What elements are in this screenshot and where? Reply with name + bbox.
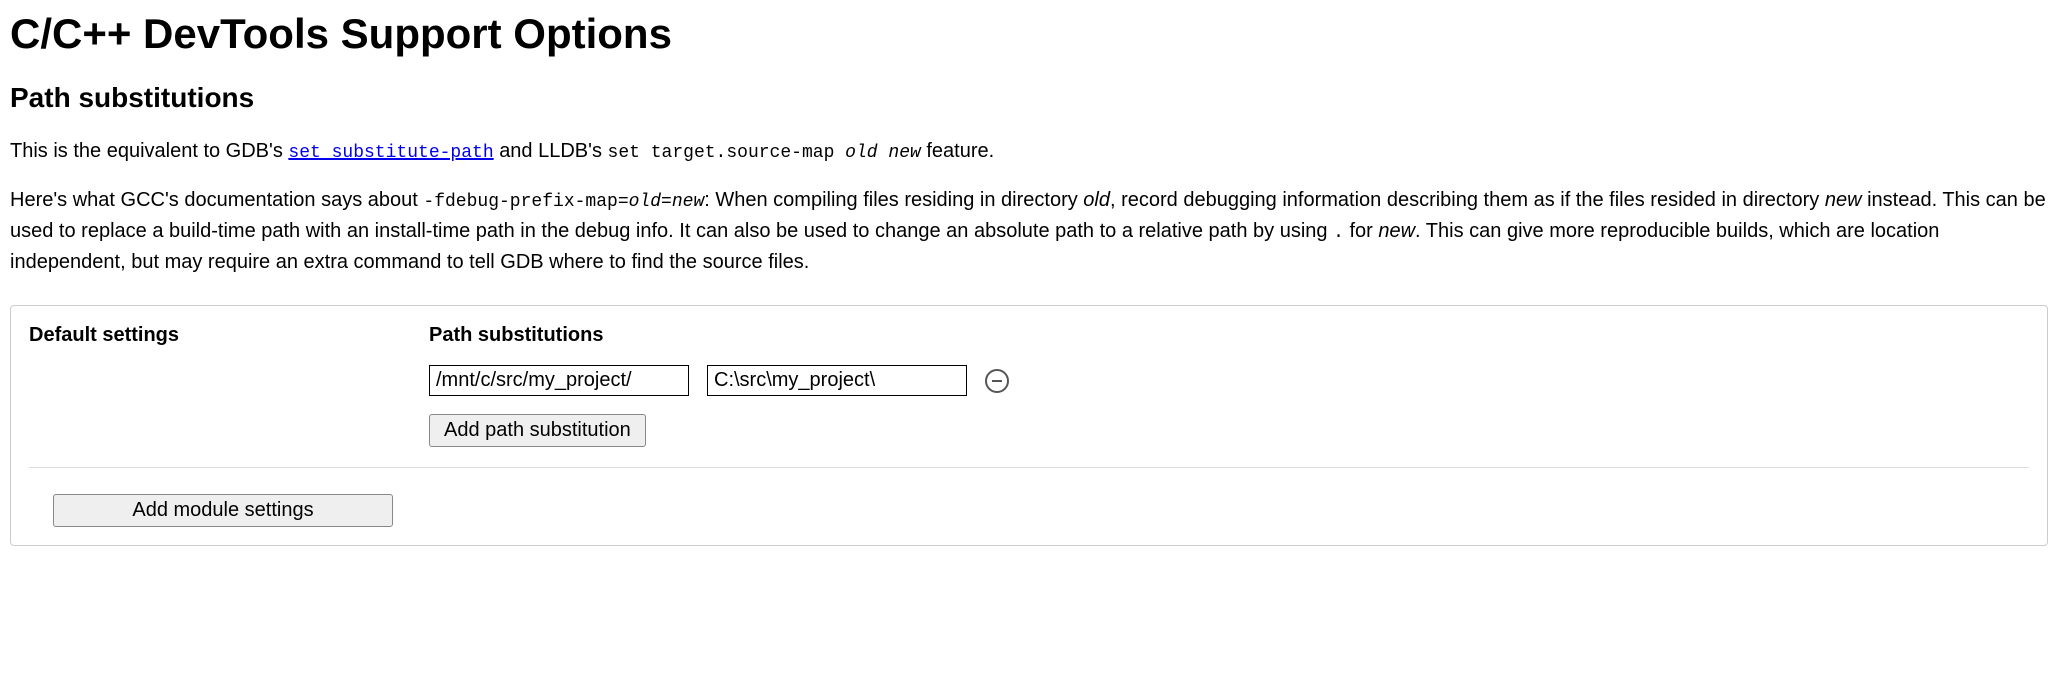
intro-text-suffix: feature. bbox=[926, 140, 994, 162]
gdb-substitute-path-code: set substitute-path bbox=[288, 143, 493, 163]
divider bbox=[29, 467, 2029, 468]
add-module-settings-button[interactable]: Add module settings bbox=[53, 494, 393, 527]
settings-panel: Default settings Path substitutions Add … bbox=[10, 305, 2048, 546]
fdebug-flag-code: -fdebug-prefix-map=old=new bbox=[423, 192, 704, 212]
path-to-input[interactable] bbox=[707, 365, 967, 396]
intro-text-prefix: This is the equivalent to GDB's bbox=[10, 140, 288, 162]
gdb-substitute-path-link[interactable]: set substitute-path bbox=[288, 140, 493, 162]
path-substitution-row bbox=[429, 365, 2029, 396]
intro-paragraph: This is the equivalent to GDB's set subs… bbox=[10, 136, 2048, 167]
intro-text-middle: and LLDB's bbox=[499, 140, 607, 162]
documentation-paragraph: Here's what GCC's documentation says abo… bbox=[10, 185, 2048, 277]
section-heading: Path substitutions bbox=[10, 82, 2048, 114]
default-settings-label: Default settings bbox=[29, 324, 409, 347]
page-title: C/C++ DevTools Support Options bbox=[10, 10, 2048, 58]
dot-code: . bbox=[1333, 223, 1344, 243]
path-from-input[interactable] bbox=[429, 365, 689, 396]
path-substitutions-label: Path substitutions bbox=[429, 324, 2029, 347]
add-path-substitution-button[interactable]: Add path substitution bbox=[429, 414, 646, 447]
lldb-code: set target.source-map old new bbox=[608, 143, 921, 163]
remove-icon[interactable] bbox=[985, 369, 1009, 393]
